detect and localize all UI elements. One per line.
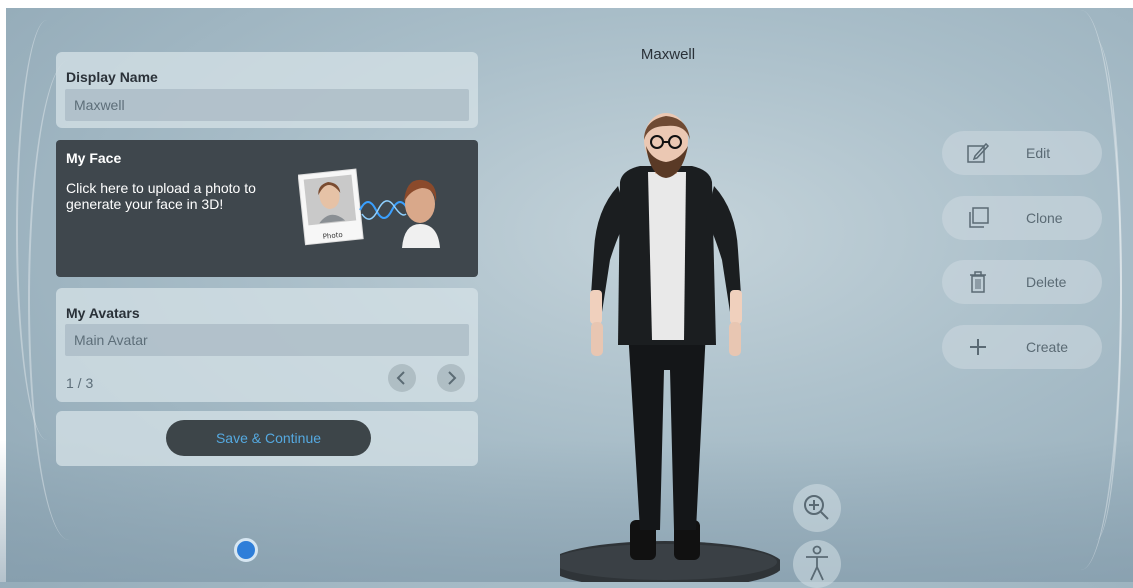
next-avatar-button[interactable] [437, 364, 465, 392]
my-face-upload-card[interactable]: My Face Click here to upload a photo to … [56, 140, 478, 277]
delete-label: Delete [1026, 274, 1067, 290]
my-face-description: Click here to upload a photo to generate… [66, 180, 256, 212]
my-avatars-panel: My Avatars Main Avatar 1 / 3 [56, 288, 478, 402]
display-name-input[interactable]: Maxwell [65, 89, 469, 121]
pointer-indicator [234, 538, 258, 562]
clone-label: Clone [1026, 210, 1063, 226]
full-body-view-button[interactable] [793, 540, 841, 588]
pencil-icon [967, 142, 990, 163]
clone-avatar-button[interactable]: Clone [942, 196, 1102, 240]
avatar-3d-model[interactable] [547, 110, 783, 588]
avatar-select[interactable]: Main Avatar [65, 324, 469, 356]
my-avatars-title: My Avatars [66, 305, 140, 321]
trash-icon [970, 271, 986, 293]
save-panel: Save & Continue [56, 411, 478, 466]
avatar-figure-icon [547, 113, 783, 588]
delete-avatar-button[interactable]: Delete [942, 260, 1102, 304]
display-name-title: Display Name [66, 69, 158, 85]
full-body-icon [806, 545, 828, 581]
edit-label: Edit [1026, 145, 1051, 161]
window-top-border [0, 0, 1133, 8]
create-avatar-button[interactable]: Create [942, 325, 1102, 369]
edit-avatar-button[interactable]: Edit [942, 131, 1102, 175]
save-continue-button[interactable]: Save & Continue [166, 420, 371, 456]
previous-avatar-button[interactable] [388, 364, 416, 392]
photo-to-3d-illustration: Photo [297, 158, 448, 263]
copy-icon [969, 207, 989, 228]
zoom-in-icon [804, 495, 829, 520]
display-name-panel: Display Name Maxwell [56, 52, 478, 128]
create-label: Create [1026, 339, 1069, 355]
avatar-pagination: 1 / 3 [66, 375, 94, 391]
plus-icon [970, 339, 986, 355]
chevron-left-icon [396, 371, 405, 385]
face-scan-icon: Photo [297, 168, 440, 248]
my-face-title: My Face [66, 150, 122, 166]
avatar-name-label: Maxwell [640, 46, 696, 63]
zoom-in-button[interactable] [793, 484, 841, 532]
chevron-right-icon [448, 371, 457, 385]
